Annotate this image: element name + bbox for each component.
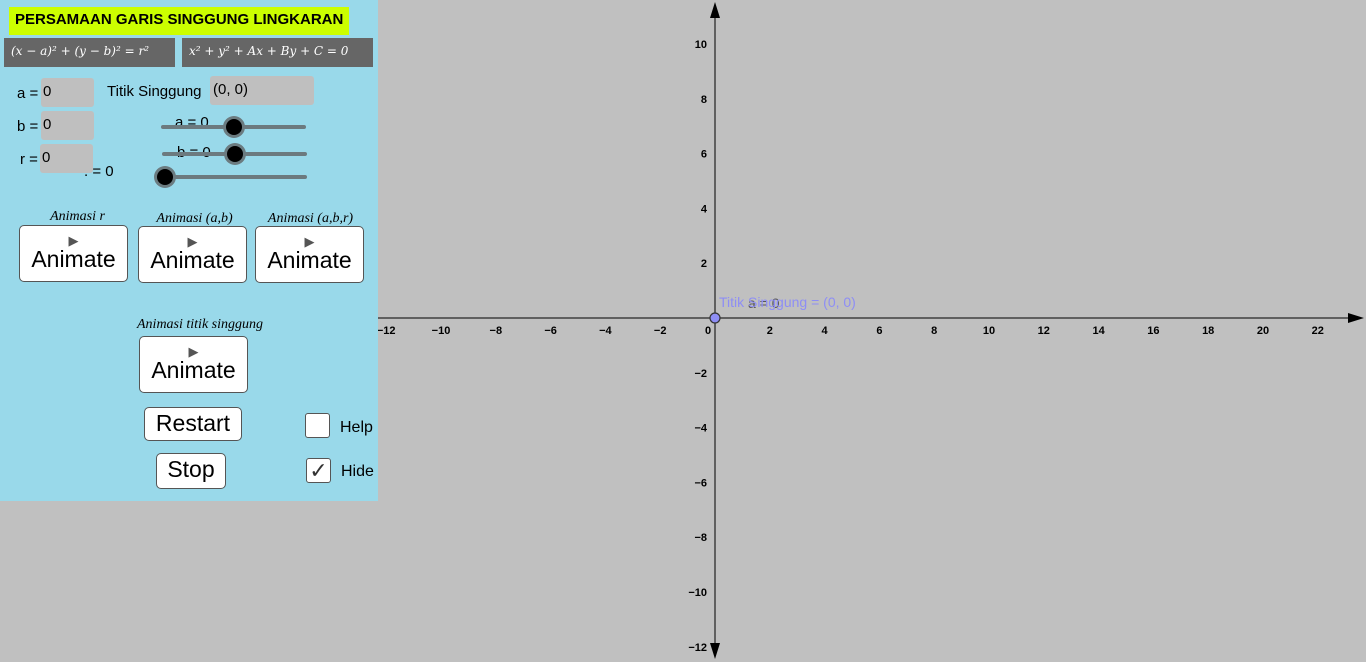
x-tick-label: 8: [931, 325, 937, 337]
x-tick-label: 0: [705, 325, 711, 337]
y-tick-label: −10: [688, 587, 707, 599]
help-checkbox[interactable]: [305, 413, 330, 438]
y-axis-arrow-down: [710, 643, 720, 659]
y-tick-label: 2: [701, 258, 707, 270]
slider-b-handle[interactable]: [227, 146, 243, 162]
anim-r-label: Animasi r: [50, 209, 105, 224]
app-title: PERSAMAAN GARIS SINGGUNG LINGKARAN: [9, 7, 350, 35]
x-tick-label: 4: [822, 325, 829, 337]
formula-standard: (x − a)² + (y − b)² = r²: [4, 38, 175, 67]
y-tick-label: −2: [694, 368, 707, 380]
x-tick-label: 20: [1257, 325, 1269, 337]
slider-r-handle[interactable]: [157, 169, 173, 185]
x-axis-arrow: [1348, 313, 1364, 323]
x-tick-label: 12: [1038, 325, 1050, 337]
slider-a-handle[interactable]: [226, 119, 242, 135]
slider-r-label: . = 0: [84, 163, 114, 180]
x-tick-label: 10: [983, 325, 995, 337]
animate-tangent-button[interactable]: ▶ Animate: [139, 336, 248, 393]
anim-abr-label: Animasi (a,b,r): [267, 211, 354, 226]
x-tick-label: −4: [599, 325, 612, 337]
x-tick-labels: −12 −10 −8 −6 −4 −2 0 2 4 6 8 10 12 14 16 18 20 22: [377, 325, 1324, 337]
animate-r-label: Animate: [31, 246, 116, 272]
help-label: Help: [340, 419, 373, 436]
x-tick-label: 6: [876, 325, 882, 337]
y-axis-arrow-up: [710, 2, 720, 18]
y-tick-label: −8: [694, 532, 707, 544]
x-tick-label: 22: [1312, 325, 1324, 337]
b-input[interactable]: 0: [41, 111, 94, 140]
hide-label: Hide: [341, 463, 374, 480]
x-tick-label: 18: [1202, 325, 1214, 337]
restart-button[interactable]: Restart: [144, 407, 242, 441]
slider-r-track[interactable]: [161, 175, 307, 179]
hide-checkbox[interactable]: ✓: [306, 458, 331, 483]
x-tick-label: 16: [1147, 325, 1159, 337]
r-label: r =: [20, 151, 38, 168]
stop-button[interactable]: Stop: [156, 453, 226, 489]
animate-abr-button[interactable]: ▶ Animate: [255, 226, 364, 283]
animate-r-button[interactable]: ▶ Animate: [19, 225, 128, 282]
y-tick-label: −12: [688, 642, 707, 654]
animate-ab-button[interactable]: ▶ Animate: [138, 226, 247, 283]
y-tick-label: 10: [695, 39, 707, 51]
x-tick-label: −2: [654, 325, 667, 337]
y-tick-labels: 2 4 6 8 10 −2 −4 −6 −8 −10 −12: [688, 39, 708, 654]
a-label: a =: [17, 85, 39, 102]
y-tick-label: 6: [701, 149, 707, 161]
x-tick-label: 2: [767, 325, 773, 337]
animate-tangent-label: Animate: [151, 357, 236, 383]
b-label: b =: [17, 118, 39, 135]
y-tick-label: −4: [694, 423, 707, 435]
anim-tangent-label: Animasi titik singgung: [137, 317, 263, 332]
x-tick-label: −10: [432, 325, 451, 337]
tangent-input[interactable]: (0, 0): [210, 76, 314, 105]
anim-ab-label: Animasi (a,b): [156, 211, 233, 226]
formula-general: x² + y² + Ax + By + C = 0: [182, 38, 373, 67]
tangent-point[interactable]: [709, 312, 721, 324]
x-tick-label: 14: [1092, 325, 1105, 337]
a-input[interactable]: 0: [41, 78, 94, 107]
tangent-point-label: Titik Singgung = (0, 0): [719, 294, 856, 310]
animate-ab-label: Animate: [150, 247, 235, 273]
x-tick-label: −8: [490, 325, 503, 337]
y-tick-label: 4: [701, 203, 708, 215]
tangent-label: Titik Singgung: [107, 83, 202, 100]
animate-abr-label: Animate: [267, 247, 352, 273]
x-tick-label: −6: [544, 325, 557, 337]
y-tick-label: −6: [694, 477, 707, 489]
x-tick-label: −12: [377, 325, 396, 337]
checkmark-icon: ✓: [309, 458, 328, 483]
y-tick-label: 8: [701, 94, 707, 106]
control-panel: PERSAMAAN GARIS SINGGUNG LINGKARAN (x − …: [0, 0, 378, 501]
